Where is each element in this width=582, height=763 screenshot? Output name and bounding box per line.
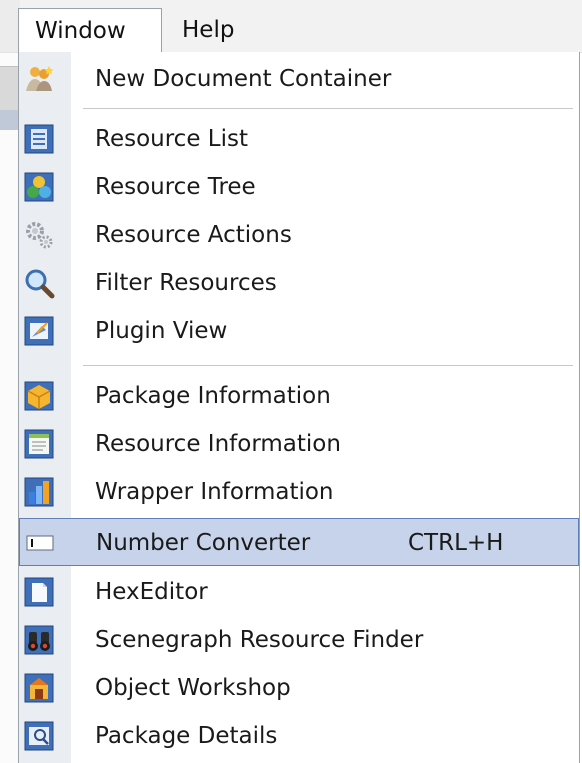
menu-item-label: Resource Information <box>95 431 341 457</box>
menu-bar: Window Help <box>0 0 582 53</box>
menu-item-resource-tree[interactable]: Resource Tree <box>19 163 579 211</box>
menu-item-package-details[interactable]: Package Details <box>19 712 579 760</box>
magnifier-icon <box>23 267 55 299</box>
menu-item-resource-information[interactable]: Resource Information <box>19 420 579 468</box>
menu-help[interactable]: Help <box>166 8 250 52</box>
menu-item-resource-actions[interactable]: Resource Actions <box>19 211 579 259</box>
menu-item-label: Plugin View <box>95 318 228 344</box>
package-details-icon <box>23 720 55 752</box>
menu-item-label: Object Workshop <box>95 675 291 701</box>
menu-item-label: New Document Container <box>95 66 392 92</box>
binoculars-icon <box>23 624 55 656</box>
menu-item-label: Wrapper Information <box>95 479 334 505</box>
resource-list-icon <box>23 123 55 155</box>
menu-item-label: Scenegraph Resource Finder <box>95 627 424 653</box>
menu-item-plugin-view[interactable]: Plugin View <box>19 307 579 355</box>
menu-item-label: Number Converter <box>96 530 311 556</box>
menu-item-label: Resource List <box>95 126 248 152</box>
menu-separator <box>83 108 573 110</box>
menu-separator <box>83 365 573 367</box>
window-menu-dropdown: New Document Container Resource List Res… <box>18 52 580 763</box>
menu-item-filter-resources[interactable]: Filter Resources <box>19 259 579 307</box>
menu-bar-edge <box>0 0 20 52</box>
hex-editor-icon <box>23 576 55 608</box>
menu-item-label: Package Details <box>95 723 278 749</box>
menu-item-label: HexEditor <box>95 579 208 605</box>
menu-window[interactable]: Window <box>18 8 162 52</box>
menu-item-label: Package Information <box>95 383 331 409</box>
background-toolbar-selection <box>0 110 20 130</box>
menu-item-label: Resource Tree <box>95 174 256 200</box>
number-converter-icon <box>24 527 56 559</box>
plugin-view-icon <box>23 315 55 347</box>
gears-icon <box>23 219 55 251</box>
document-container-icon <box>23 63 55 95</box>
menu-item-resource-list[interactable]: Resource List <box>19 115 579 163</box>
menu-item-new-document-container[interactable]: New Document Container <box>19 55 579 103</box>
shortcut-label: CTRL+H <box>408 530 504 556</box>
menu-item-hex-editor[interactable]: HexEditor <box>19 568 579 616</box>
menu-item-label: Filter Resources <box>95 270 277 296</box>
menu-item-object-workshop[interactable]: Object Workshop <box>19 664 579 712</box>
background-window <box>0 0 20 763</box>
menu-item-package-information[interactable]: Package Information <box>19 372 579 420</box>
resource-info-icon <box>23 428 55 460</box>
menu-item-number-converter[interactable]: Number Converter CTRL+H <box>19 518 579 566</box>
package-icon <box>23 380 55 412</box>
menu-item-label: Resource Actions <box>95 222 292 248</box>
menu-item-scenegraph-resource-finder[interactable]: Scenegraph Resource Finder <box>19 616 579 664</box>
object-workshop-icon <box>23 672 55 704</box>
wrapper-info-icon <box>23 476 55 508</box>
menu-item-wrapper-information[interactable]: Wrapper Information <box>19 468 579 516</box>
resource-tree-icon <box>23 171 55 203</box>
